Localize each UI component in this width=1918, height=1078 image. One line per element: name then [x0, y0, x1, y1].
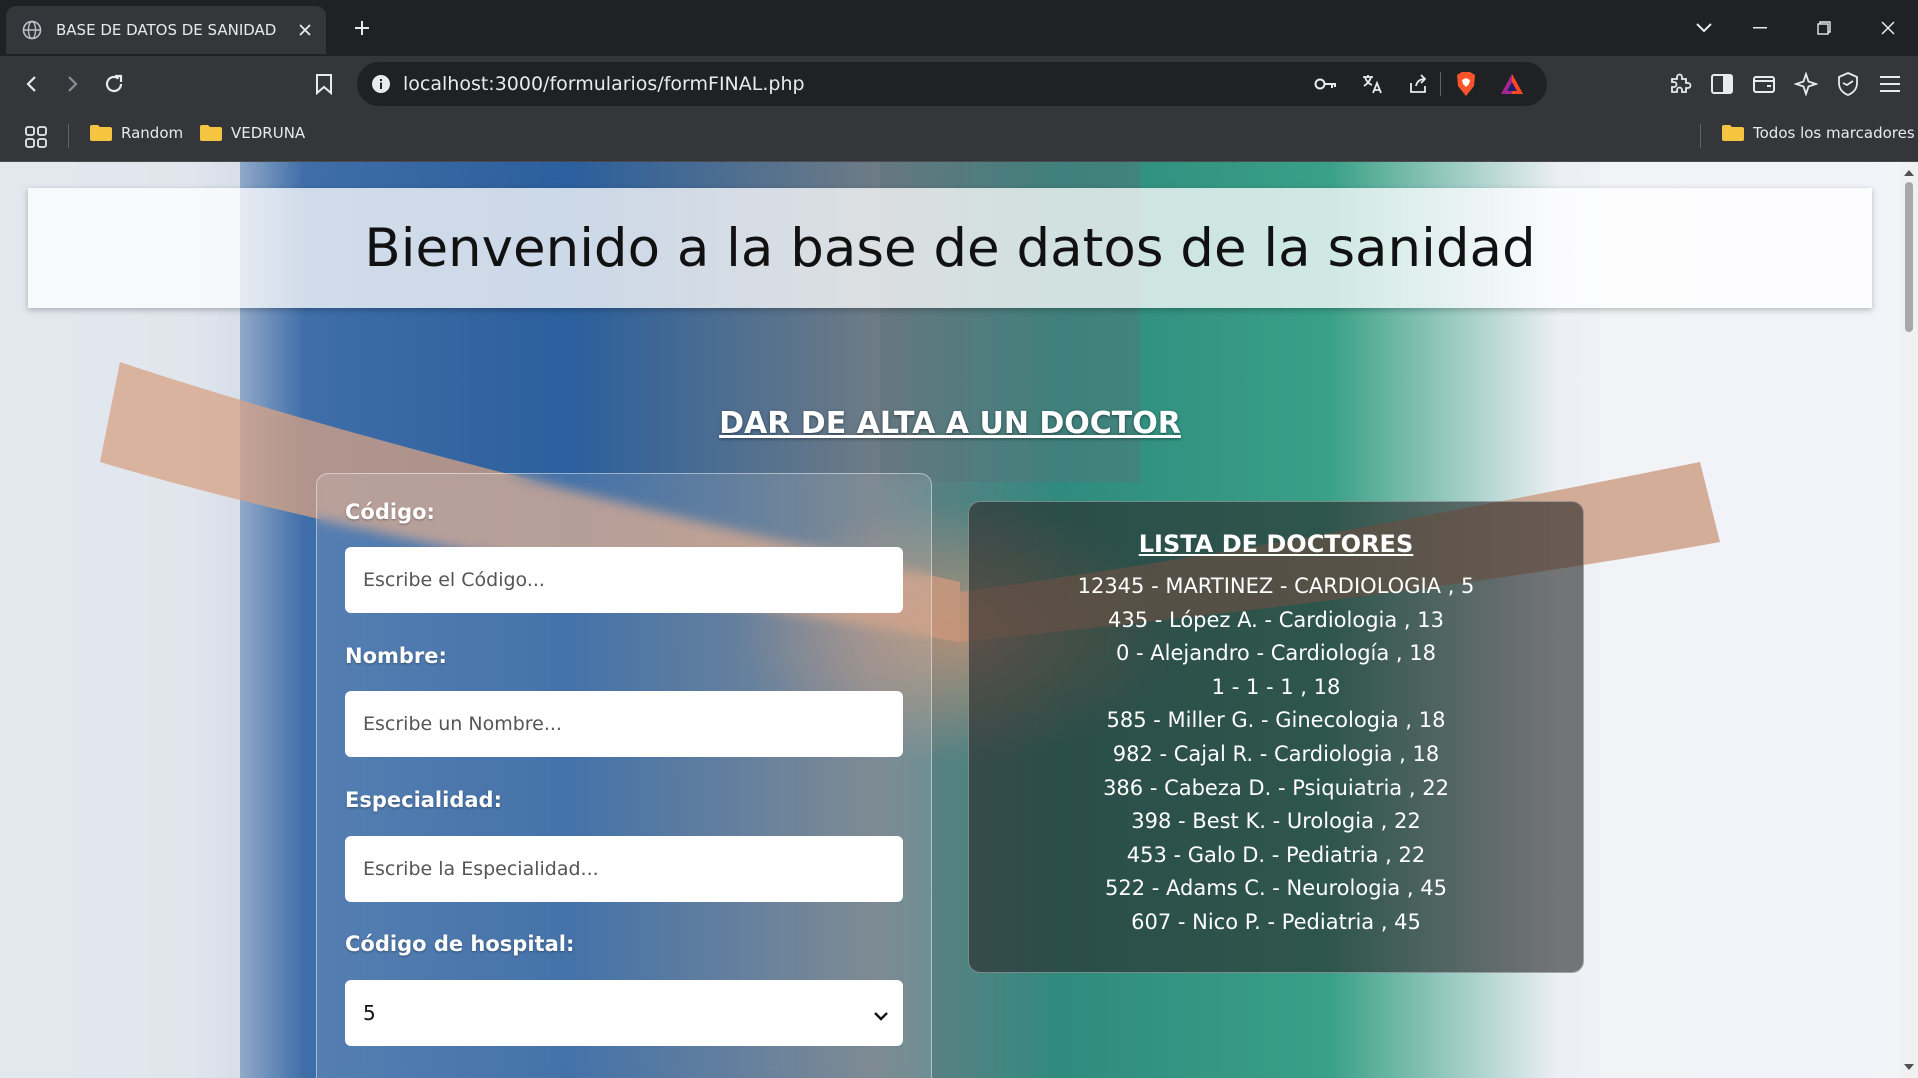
wallet-icon[interactable]: [1746, 66, 1782, 102]
tab-title: BASE DE DATOS DE SANIDAD: [56, 21, 277, 39]
especialidad-input[interactable]: [345, 836, 903, 902]
vpn-icon[interactable]: [1830, 66, 1866, 102]
nombre-label: Nombre:: [345, 644, 447, 668]
scroll-up-icon[interactable]: [1903, 168, 1915, 178]
all-bookmarks[interactable]: Todos los marcadores: [1722, 124, 1915, 142]
bookmark-label: Random: [121, 124, 184, 142]
list-item: 453 - Galo D. - Pediatria , 22: [1126, 842, 1426, 867]
folder-icon: [90, 125, 112, 141]
list-item: 522 - Adams C. - Neurologia , 45: [1105, 876, 1447, 901]
bookmark-random[interactable]: Random: [90, 124, 183, 142]
chevron-down-icon[interactable]: [1682, 10, 1726, 46]
list-item: 12345 - MARTINEZ - CARDIOLOGIA , 5: [1077, 574, 1475, 598]
nombre-input[interactable]: [345, 691, 903, 757]
bookmark-vedruna[interactable]: VEDRUNA: [200, 124, 305, 142]
plus-icon[interactable]: [346, 12, 378, 44]
scroll-thumb[interactable]: [1905, 182, 1913, 332]
hospital-selected-value: 5: [363, 1001, 376, 1025]
browser-tab[interactable]: BASE DE DATOS DE SANIDAD: [6, 6, 326, 54]
welcome-banner: Bienvenido a la base de datos de la sani…: [28, 188, 1872, 308]
section-title: DAR DE ALTA A UN DOCTOR: [719, 406, 1181, 441]
divider: [68, 124, 69, 148]
brave-rewards-icon[interactable]: [1497, 69, 1527, 99]
divider: [1700, 124, 1701, 148]
list-item: 982 - Cajal R. - Cardiologia , 18: [1112, 741, 1440, 766]
list-item: 386 - Cabeza D. - Psiquiatria , 22: [1103, 775, 1449, 800]
codigo-input[interactable]: [345, 547, 903, 613]
doctor-list-card: LISTA DE DOCTORES 12345 - MARTINEZ - CAR…: [968, 501, 1584, 973]
list-item: 585 - Miller G. - Ginecologia , 18: [1106, 708, 1446, 733]
hospital-label: Código de hospital:: [345, 932, 575, 956]
reload-icon[interactable]: [96, 66, 132, 102]
list-title: LISTA DE DOCTORES: [1138, 530, 1414, 558]
especialidad-label: Especialidad:: [345, 788, 502, 812]
leo-icon[interactable]: [1788, 66, 1824, 102]
page-background: Bienvenido a la base de datos de la sani…: [0, 162, 1900, 1078]
doctor-form: Código: Nombre: Especialidad: Código de …: [316, 473, 932, 1078]
menu-icon[interactable]: [1872, 66, 1908, 102]
chevron-down-icon: [873, 1002, 889, 1026]
divider: [1440, 72, 1441, 96]
forward-icon[interactable]: [54, 66, 90, 102]
brave-shield-icon[interactable]: [1451, 69, 1481, 99]
bookmarks-bar: Random VEDRUNA Todos los marcadores: [0, 112, 1918, 162]
doctor-list: 12345 - MARTINEZ - CARDIOLOGIA , 5 435 -…: [969, 570, 1583, 940]
list-item: 398 - Best K. - Urologia , 22: [1131, 809, 1421, 834]
hospital-select[interactable]: 5: [345, 980, 903, 1046]
url-text: localhost:3000/formularios/formFINAL.php: [403, 73, 805, 95]
back-icon[interactable]: [14, 66, 50, 102]
list-item: 0 - Alejandro - Cardiología , 18: [1116, 641, 1436, 666]
key-icon[interactable]: [1311, 69, 1341, 99]
restore-icon[interactable]: [1802, 10, 1846, 46]
list-item: 607 - Nico P. - Pediatria , 45: [1131, 909, 1421, 934]
bookmark-label: VEDRUNA: [231, 124, 306, 142]
globe-icon: [22, 20, 42, 40]
list-item: 435 - López A. - Cardiologia , 13: [1107, 607, 1444, 632]
share-icon[interactable]: [1403, 69, 1433, 99]
page-title: Bienvenido a la base de datos de la sani…: [364, 217, 1536, 279]
codigo-label: Código:: [345, 500, 435, 524]
all-bookmarks-label: Todos los marcadores: [1753, 124, 1915, 142]
folder-icon: [200, 125, 222, 141]
translate-icon[interactable]: [1357, 69, 1387, 99]
scroll-down-icon[interactable]: [1903, 1062, 1915, 1072]
folder-icon: [1722, 125, 1744, 141]
info-icon[interactable]: [371, 74, 391, 94]
list-item: 1 - 1 - 1 , 18: [1211, 674, 1341, 699]
tab-strip: BASE DE DATOS DE SANIDAD: [0, 0, 1918, 56]
bookmark-icon[interactable]: [306, 66, 342, 102]
close-icon[interactable]: [290, 15, 320, 45]
address-bar[interactable]: localhost:3000/formularios/formFINAL.php: [357, 62, 1547, 106]
browser-toolbar: localhost:3000/formularios/formFINAL.php: [0, 56, 1918, 112]
page-scrollbar[interactable]: [1900, 162, 1918, 1078]
extensions-icon[interactable]: [1662, 66, 1698, 102]
sidebar-icon[interactable]: [1704, 66, 1740, 102]
close-icon[interactable]: [1866, 10, 1910, 46]
apps-icon[interactable]: [24, 125, 48, 149]
minimize-icon[interactable]: [1738, 10, 1782, 46]
